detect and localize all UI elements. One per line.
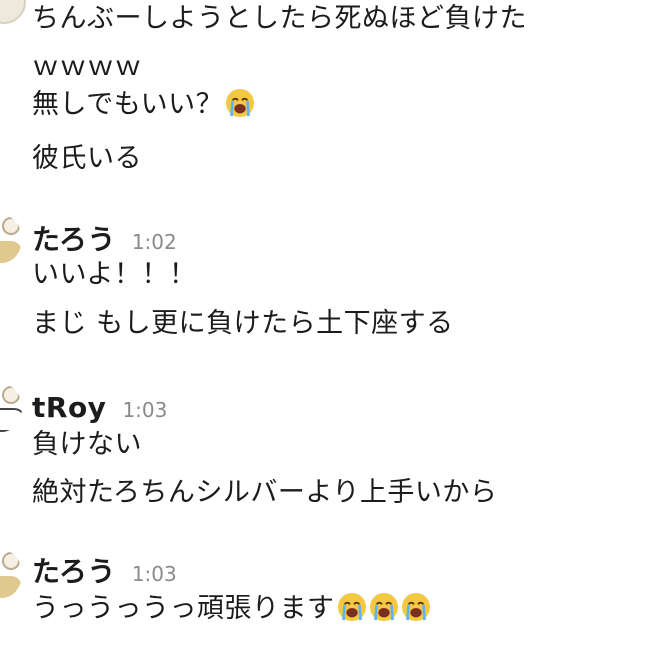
message-header: たろう 1:02 (32, 218, 177, 256)
avatar[interactable] (0, 550, 22, 598)
message-line: まじ もし更に負けたら土下座する (32, 307, 454, 341)
timestamp[interactable]: 1:03 (122, 398, 167, 422)
avatar-body (0, 241, 22, 263)
message-text: 絶対たろちんシルバーより上手いから (32, 477, 498, 508)
message-text: まじ もし更に負けたら土下座する (32, 308, 454, 339)
avatar-flower-icon (2, 552, 20, 570)
avatar-flower-icon (2, 386, 20, 404)
avatar-body (0, 576, 22, 598)
loudly-crying-face-icon (369, 592, 398, 622)
username[interactable]: たろう (32, 218, 116, 258)
message-line: 負けない (32, 428, 142, 462)
message-text: 負けない (32, 429, 142, 460)
loudly-crying-face-icon (401, 592, 430, 622)
timestamp[interactable]: 1:02 (132, 230, 177, 254)
username[interactable]: tRoy (32, 391, 106, 424)
message-line: 無しでもいい？ (32, 88, 255, 122)
avatar-flower-icon (2, 217, 20, 235)
loudly-crying-face-icon (337, 592, 366, 622)
avatar[interactable] (0, 0, 26, 24)
loudly-crying-face-icon (226, 88, 255, 118)
message-text: ｗｗｗｗ (32, 51, 142, 82)
message-text: いいよ！！！ (32, 259, 197, 290)
message-text: うっうっうっ頑張ります (32, 593, 335, 624)
message-line: 絶対たろちんシルバーより上手いから (32, 476, 497, 510)
avatar[interactable] (0, 215, 22, 263)
message-text: ちんぶーしようとしたら死ぬほど負けた (32, 3, 527, 34)
message-line: 彼氏いる (32, 142, 142, 176)
message-header: たろう 1:03 (32, 550, 177, 588)
username[interactable]: たろう (32, 550, 116, 590)
avatar[interactable] (0, 384, 22, 432)
message-text: 彼氏いる (32, 143, 142, 174)
avatar-body (0, 408, 22, 432)
message-line: いいよ！！！ (32, 258, 196, 292)
message-line: ｗｗｗｗ (32, 50, 142, 84)
message-header: tRoy 1:03 (32, 391, 167, 425)
message-text: 無しでもいい？ (32, 89, 224, 120)
message-line: ちんぶーしようとしたら死ぬほど負けた (32, 2, 527, 36)
timestamp[interactable]: 1:03 (132, 562, 177, 586)
message-line: うっうっうっ頑張ります (32, 592, 431, 626)
